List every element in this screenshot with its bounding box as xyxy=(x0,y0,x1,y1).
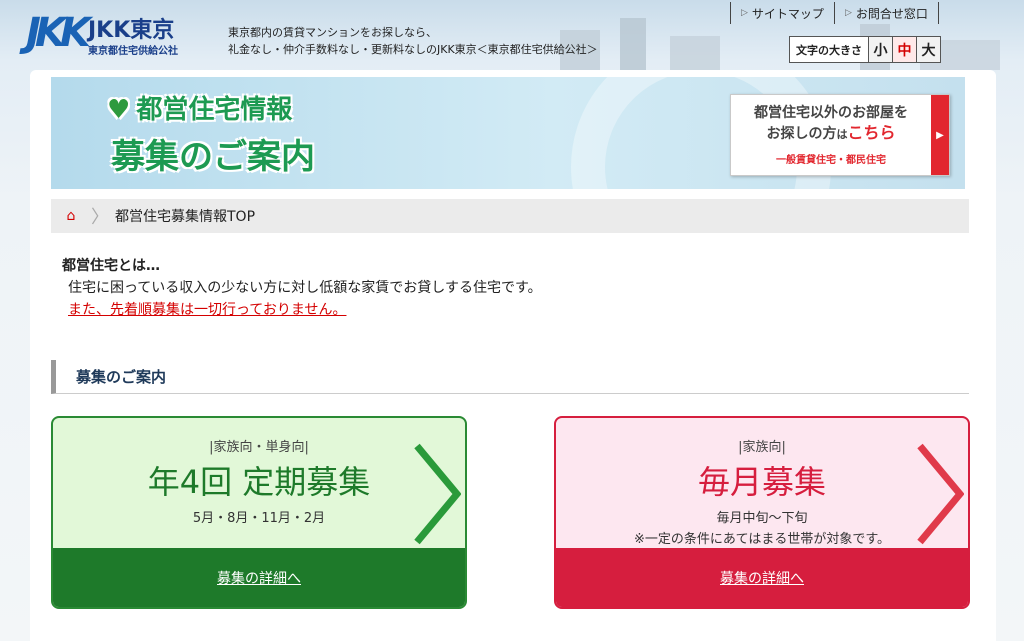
card-schedule: 5月・8月・11月・2月 xyxy=(192,511,326,526)
promo-line-1: 都営住宅以外のお部屋を xyxy=(754,105,908,121)
contact-link-label: お問合せ窓口 xyxy=(855,6,928,21)
home-icon[interactable]: ⌂ xyxy=(51,208,91,224)
font-size-small-button[interactable]: 小 xyxy=(868,37,892,62)
other-housing-promo-button[interactable]: 都営住宅以外のお部屋を お探しの方はこちら 一般賃貸住宅・都民住宅 ▶ xyxy=(730,94,950,176)
banner-title-1-text: 都営住宅情報 xyxy=(136,95,293,125)
intro-notice-link[interactable]: また、先着順募集は一切行っておりません。 xyxy=(68,299,346,319)
font-size-medium-button[interactable]: 中 xyxy=(892,37,916,62)
promo-line-2-text: お探しの方 xyxy=(766,126,837,142)
triangle-icon: ▷ xyxy=(844,8,852,18)
contact-link[interactable]: ▷ お問合せ窓口 xyxy=(833,2,939,24)
chevron-right-icon xyxy=(414,443,461,545)
card-schedule: 毎月中旬～下旬 xyxy=(716,511,808,526)
card-condition-note: ※一定の条件にあてはまる世帯が対象です。 xyxy=(633,532,891,547)
promo-arrow-icon: ▶ xyxy=(931,95,949,175)
breadcrumb-current: 都営住宅募集情報TOP xyxy=(115,209,256,225)
hero-banner: ♥ 都営住宅情報 募集のご案内 都営住宅以外のお部屋を お探しの方はこちら 一般賃… xyxy=(51,77,965,189)
banner-title-line-2: 募集のご案内 xyxy=(111,137,315,177)
header-tagline: 東京都内の賃貸マンションをお探しなら、 礼金なし・仲介手数料なし・更新料なしのJ… xyxy=(228,24,598,58)
breadcrumb-separator-icon: 〉 xyxy=(91,207,109,228)
header-links: ▷ サイトマップ ▷ お問合せ窓口 xyxy=(730,2,939,24)
banner-title-line-1: ♥ 都営住宅情報 xyxy=(107,89,292,126)
breadcrumb: ⌂ 〉 都営住宅募集情報TOP xyxy=(51,199,969,233)
promo-line-2-particle: は xyxy=(836,128,848,141)
promo-line-3: 一般賃貸住宅・都民住宅 xyxy=(776,155,886,166)
regular-recruitment-card[interactable]: |家族向・単身向| 年4回 定期募集 5月・8月・11月・2月 募集の詳細へ xyxy=(51,416,467,609)
card-title: 毎月募集 xyxy=(697,463,826,501)
monthly-details-link[interactable]: 募集の詳細へ xyxy=(720,568,804,588)
tagline-line-2: 礼金なし・仲介手数料なし・更新料なしのJKK東京＜東京都住宅供給公社＞ xyxy=(228,43,598,56)
regular-details-link[interactable]: 募集の詳細へ xyxy=(217,568,301,588)
logo-name: JKK東京 xyxy=(88,18,175,43)
card-footer: 募集の詳細へ xyxy=(53,548,465,607)
main-panel: ♥ 都営住宅情報 募集のご案内 都営住宅以外のお部屋を お探しの方はこちら 一般賃… xyxy=(30,70,996,641)
triangle-icon: ▷ xyxy=(741,8,748,18)
font-size-label: 文字の大きさ xyxy=(796,43,862,57)
chevron-right-icon xyxy=(917,443,964,545)
intro-title: 都営住宅とは… xyxy=(62,258,160,274)
promo-line-2: お探しの方はこちら xyxy=(731,123,931,145)
card-body: |家族向・単身向| 年4回 定期募集 5月・8月・11月・2月 xyxy=(53,418,465,550)
sitemap-link-label: サイトマップ xyxy=(751,6,824,21)
jkk-logo[interactable]: JKK JKK東京 東京都住宅供給公社 xyxy=(26,6,216,60)
card-body: |家族向| 毎月募集 毎月中旬～下旬 ※一定の条件にあてはまる世帯が対象です。 xyxy=(556,418,968,550)
font-size-selector: 文字の大きさ 小 中 大 xyxy=(789,36,941,63)
promo-text: 都営住宅以外のお部屋を お探しの方はこちら 一般賃貸住宅・都民住宅 xyxy=(731,95,931,175)
monthly-recruitment-card[interactable]: |家族向| 毎月募集 毎月中旬～下旬 ※一定の条件にあてはまる世帯が対象です。 … xyxy=(554,416,970,609)
card-target-tag: |家族向・単身向| xyxy=(209,440,309,455)
logo-mark: JKK xyxy=(26,10,91,56)
logo-subtitle: 東京都住宅供給公社 xyxy=(88,46,178,57)
card-target-tag: |家族向| xyxy=(738,440,786,455)
intro-text: 住宅に困っている収入の少ない方に対し低額な家賃でお貸しする住宅です。 xyxy=(68,280,542,296)
section-heading: 募集のご案内 xyxy=(51,360,969,394)
card-footer: 募集の詳細へ xyxy=(556,548,968,607)
font-size-large-button[interactable]: 大 xyxy=(916,37,940,62)
sitemap-link[interactable]: ▷ サイトマップ xyxy=(730,2,834,24)
site-header: JKK JKK東京 東京都住宅供給公社 東京都内の賃貸マンションをお探しなら、 … xyxy=(0,0,1024,70)
tagline-line-1: 東京都内の賃貸マンションをお探しなら、 xyxy=(228,26,437,39)
promo-line-2-highlight: こちら xyxy=(847,123,896,142)
tokyo-ginkgo-icon: ♥ xyxy=(107,95,131,125)
card-title: 年4回 定期募集 xyxy=(147,463,371,501)
